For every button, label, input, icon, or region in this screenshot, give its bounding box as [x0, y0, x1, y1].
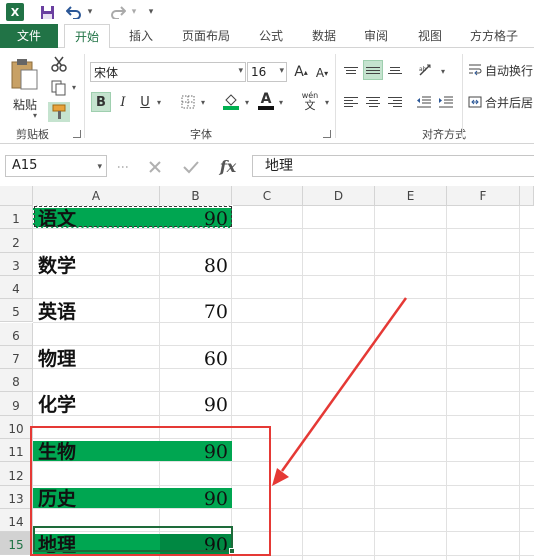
insert-function-icon[interactable]: fx — [214, 156, 242, 176]
name-box[interactable]: A15 ▾ — [5, 155, 107, 177]
merge-center-icon — [468, 96, 482, 108]
underline-button[interactable]: U — [136, 92, 154, 112]
shrink-font-icon[interactable]: A ▾ — [313, 63, 331, 83]
formula-input[interactable]: 地理 — [252, 155, 534, 177]
tab-formulas[interactable]: 公式 — [250, 24, 292, 48]
increase-indent-icon[interactable] — [436, 92, 456, 112]
redo-dropdown-icon[interactable]: ▾ — [130, 3, 138, 21]
tab-insert[interactable]: 插入 — [118, 24, 164, 48]
alignment-group-label: 对齐方式 — [422, 128, 466, 141]
align-right-icon[interactable] — [385, 92, 405, 112]
wrap-text-button[interactable]: 自动换行 — [468, 60, 534, 80]
middle-align-icon[interactable] — [363, 60, 383, 80]
font-size-combo[interactable]: 16 ▾ — [247, 62, 287, 82]
ribbon-tabs: 文件 开始 插入 页面布局 公式 数据 审阅 视图 方方格子 — [0, 24, 534, 49]
ribbon-home: 粘贴 ▾ ▾ 剪贴板 宋体 ▾ 16 ▾ A ▴ A ▾ B I U ▾ ▾ ▾… — [0, 48, 534, 144]
tab-fangfang[interactable]: 方方格子 — [462, 24, 526, 48]
quick-access-toolbar: X ▾ ▾ ▾ — [0, 0, 534, 24]
orientation-icon[interactable]: ab — [416, 60, 438, 80]
cancel-icon[interactable] — [144, 157, 166, 177]
font-name-value: 宋体 — [94, 65, 119, 80]
align-center-icon[interactable] — [363, 92, 383, 112]
paste-dropdown-icon[interactable]: ▾ — [28, 110, 42, 120]
cut-icon[interactable] — [48, 54, 70, 74]
copy-icon[interactable] — [48, 78, 70, 98]
formula-bar: A15 ▾ ⋮ fx 地理 — [0, 144, 534, 186]
excel-logo-icon: X — [6, 3, 24, 21]
undo-icon[interactable] — [64, 3, 84, 21]
wrap-text-label: 自动换行 — [485, 63, 534, 78]
customize-qat-icon[interactable]: ▾ — [146, 3, 156, 21]
align-left-icon[interactable] — [341, 92, 361, 112]
tab-data[interactable]: 数据 — [302, 24, 346, 48]
name-box-dropdown-icon[interactable]: ▾ — [97, 157, 102, 177]
fill-color-dropdown-icon[interactable]: ▾ — [242, 94, 252, 110]
bold-button[interactable]: B — [91, 92, 111, 112]
svg-text:ab: ab — [419, 66, 427, 73]
redo-icon[interactable] — [108, 3, 128, 21]
borders-icon[interactable] — [178, 92, 198, 112]
italic-button[interactable]: I — [114, 92, 132, 112]
font-name-dropdown-icon[interactable]: ▾ — [238, 66, 243, 76]
decrease-indent-icon[interactable] — [414, 92, 434, 112]
tab-file[interactable]: 文件 — [0, 24, 58, 48]
borders-dropdown-icon[interactable]: ▾ — [198, 94, 208, 110]
copy-dropdown-icon[interactable]: ▾ — [70, 82, 78, 92]
paste-icon[interactable] — [6, 54, 42, 94]
font-color-dropdown-icon[interactable]: ▾ — [276, 94, 286, 110]
font-color-icon[interactable]: A — [256, 90, 276, 112]
font-launcher-icon[interactable] — [323, 130, 331, 138]
annotation-arrow-icon — [272, 297, 408, 486]
group-separator — [462, 54, 463, 138]
tab-page-layout[interactable]: 页面布局 — [174, 24, 238, 48]
name-box-value: A15 — [12, 158, 38, 173]
tab-home[interactable]: 开始 — [64, 24, 110, 49]
phonetic-guide-icon[interactable]: wén 文 — [298, 90, 322, 112]
enter-icon[interactable] — [180, 157, 202, 177]
orientation-dropdown-icon[interactable]: ▾ — [438, 64, 448, 78]
clipboard-launcher-icon[interactable] — [73, 130, 81, 138]
bottom-align-icon[interactable] — [385, 60, 405, 80]
top-align-icon[interactable] — [341, 60, 361, 80]
phonetic-dropdown-icon[interactable]: ▾ — [322, 94, 332, 110]
tab-view[interactable]: 视图 — [408, 24, 452, 48]
undo-dropdown-icon[interactable]: ▾ — [86, 3, 94, 21]
tab-review[interactable]: 审阅 — [354, 24, 398, 48]
save-icon[interactable] — [38, 3, 56, 21]
font-size-value: 16 — [251, 65, 267, 79]
grow-font-icon[interactable]: A ▴ — [291, 62, 311, 82]
format-painter-icon[interactable] — [48, 102, 70, 122]
worksheet-grid[interactable]: A B C D E F 1 2 3 4 5 6 7 8 9 10 11 12 13 14 15 语文 90 数学 80 英语 70 物… — [0, 186, 534, 560]
merge-center-button[interactable]: 合并后居 — [468, 92, 534, 112]
font-name-combo[interactable]: 宋体 ▾ — [90, 62, 246, 82]
fill-color-icon[interactable] — [220, 90, 242, 112]
font-group-label: 字体 — [190, 128, 212, 141]
underline-dropdown-icon[interactable]: ▾ — [154, 94, 164, 110]
merge-center-label: 合并后居 — [485, 95, 534, 110]
wrap-text-icon — [469, 64, 482, 76]
formula-bar-grip-icon[interactable]: ⋮ — [116, 158, 130, 174]
excel-window: X ▾ ▾ ▾ 文件 开始 插入 页面布局 公式 数据 审阅 视图 方方格子 粘… — [0, 0, 534, 560]
group-separator — [84, 54, 85, 138]
clipboard-group-label: 剪贴板 — [16, 128, 49, 141]
group-separator — [335, 54, 336, 138]
font-size-dropdown-icon[interactable]: ▾ — [279, 66, 284, 76]
